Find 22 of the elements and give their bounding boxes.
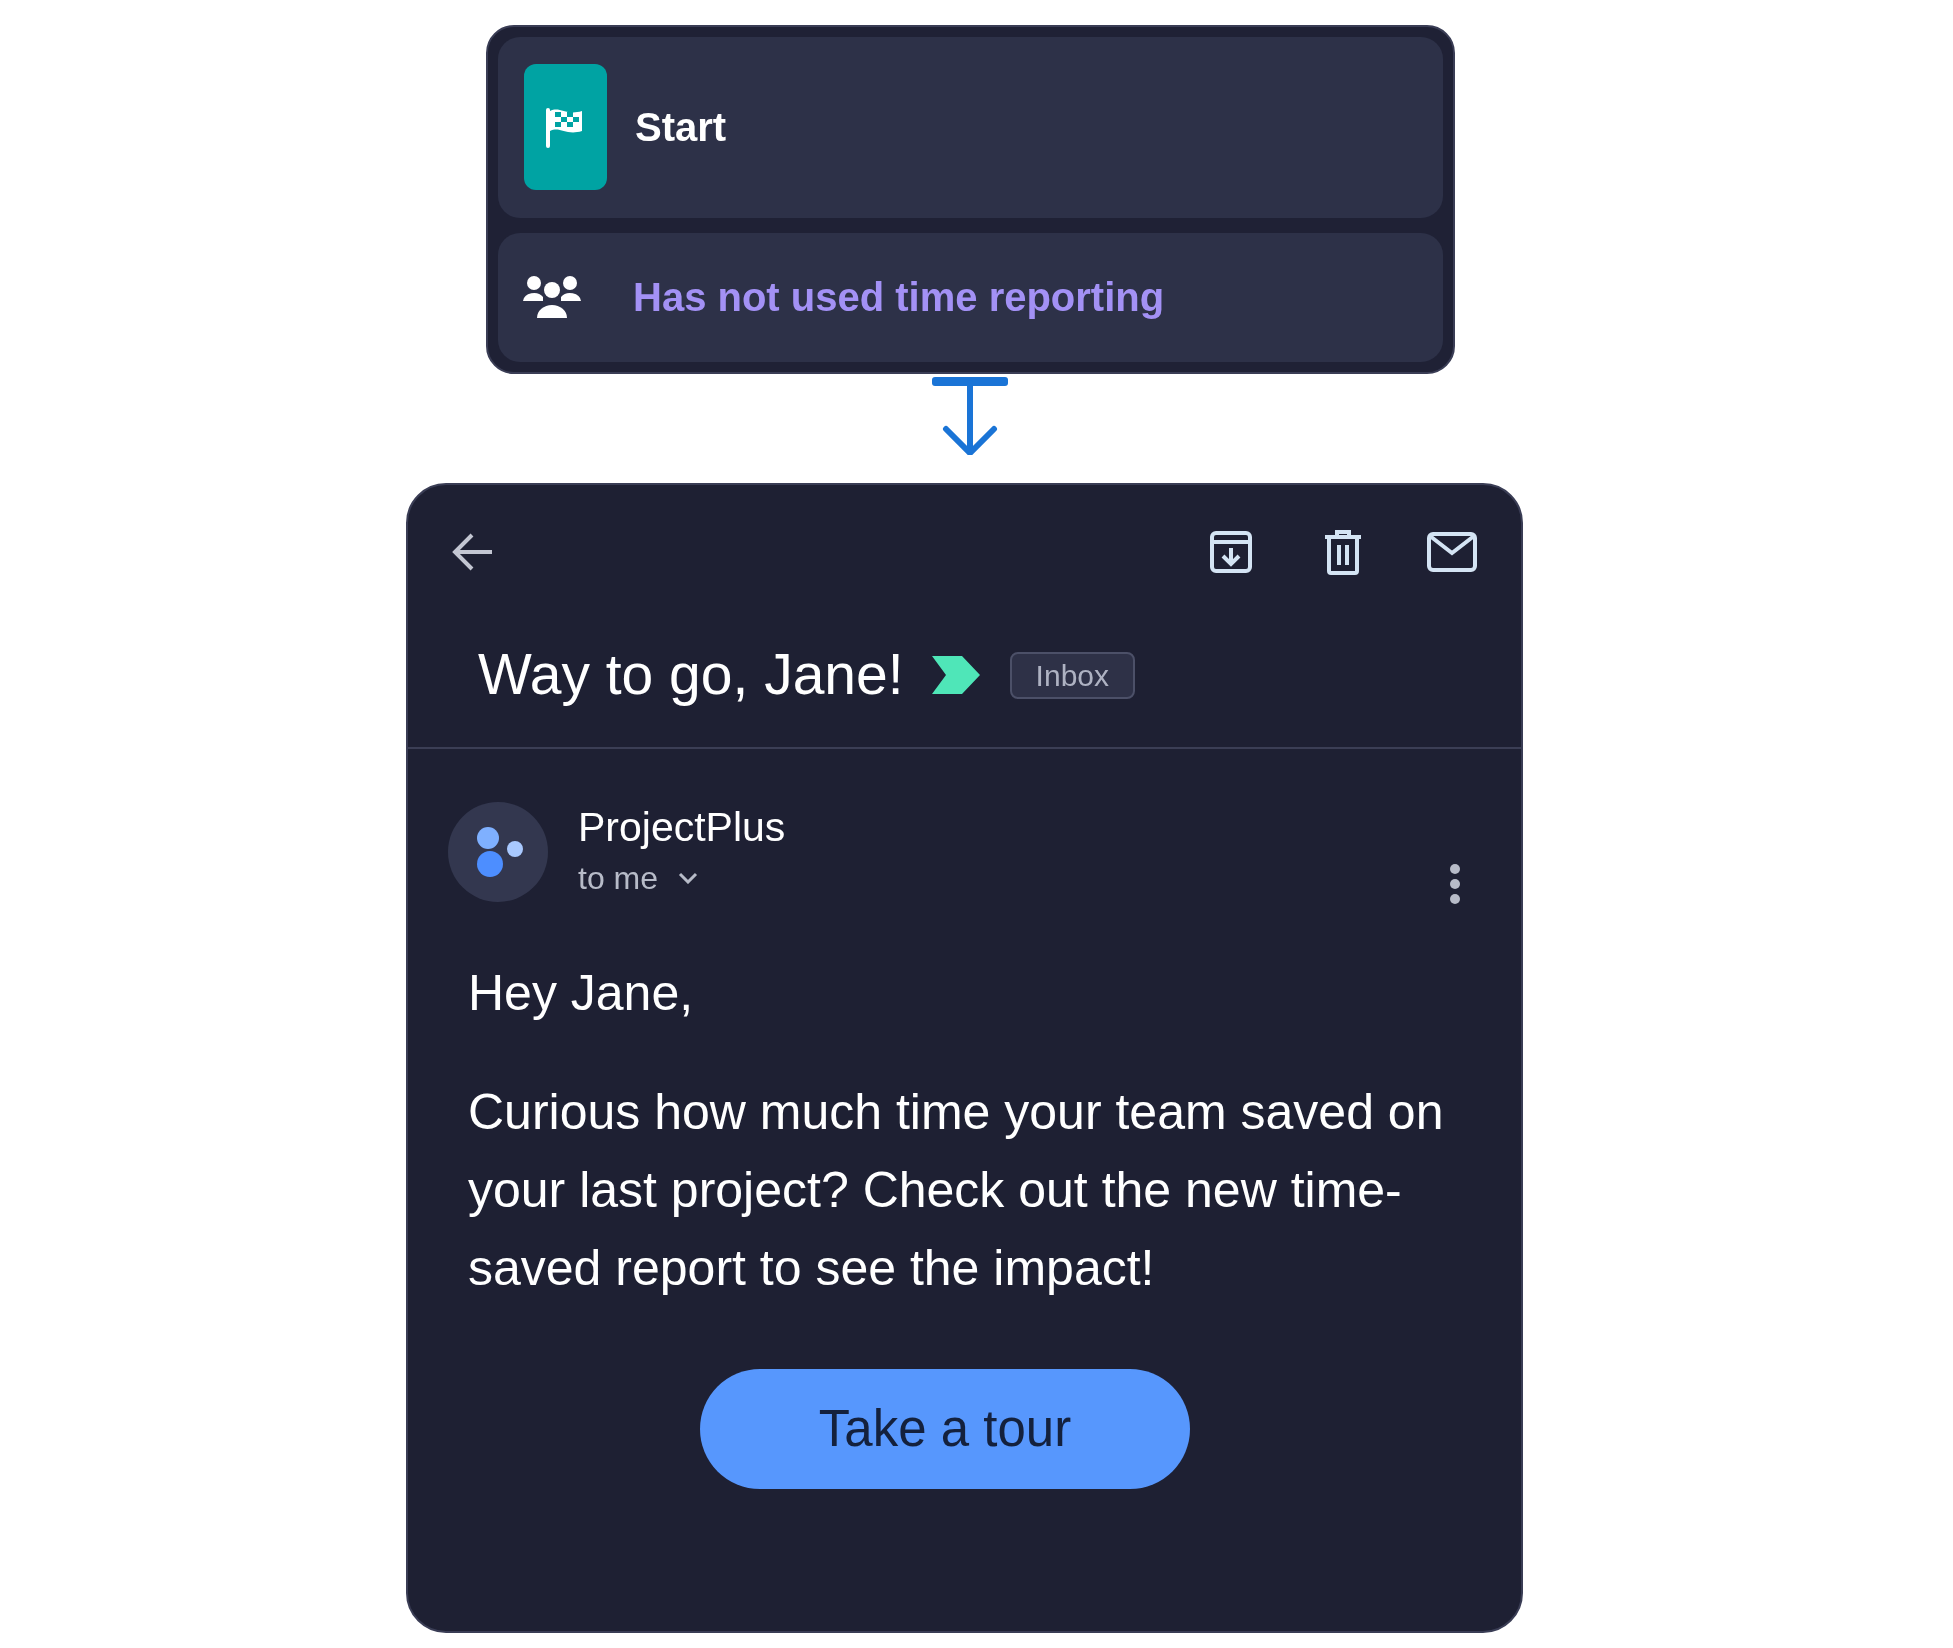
email-subject: Way to go, Jane! — [478, 641, 904, 709]
recipient-label: to me — [578, 859, 659, 898]
inbox-label-tag[interactable]: Inbox — [1009, 651, 1135, 699]
back-arrow-icon[interactable] — [452, 532, 494, 572]
trigger-row[interactable]: Start — [498, 37, 1443, 218]
logo-dots-icon — [476, 826, 524, 878]
mail-icon[interactable] — [1427, 532, 1477, 572]
take-a-tour-button[interactable]: Take a tour — [700, 1369, 1190, 1489]
sender-name: ProjectPlus — [578, 803, 786, 852]
trash-icon[interactable] — [1323, 529, 1363, 575]
down-arrow-icon — [932, 377, 1008, 455]
more-options-icon[interactable] — [1449, 864, 1461, 904]
people-group-icon — [523, 274, 581, 321]
importance-marker-icon[interactable] — [931, 656, 980, 694]
condition-label: Has not used time reporting — [633, 274, 1165, 322]
condition-row[interactable]: Has not used time reporting — [498, 232, 1443, 362]
chevron-down-icon[interactable] — [678, 872, 699, 884]
email-greeting: Hey Jane, — [468, 964, 695, 1023]
archive-icon[interactable] — [1209, 530, 1253, 574]
flag-icon — [524, 64, 607, 191]
trigger-label: Start — [635, 104, 727, 152]
email-body: Curious how much time your team saved on your last project? Check out the new time-saved report to see the impact! — [468, 1083, 1445, 1298]
